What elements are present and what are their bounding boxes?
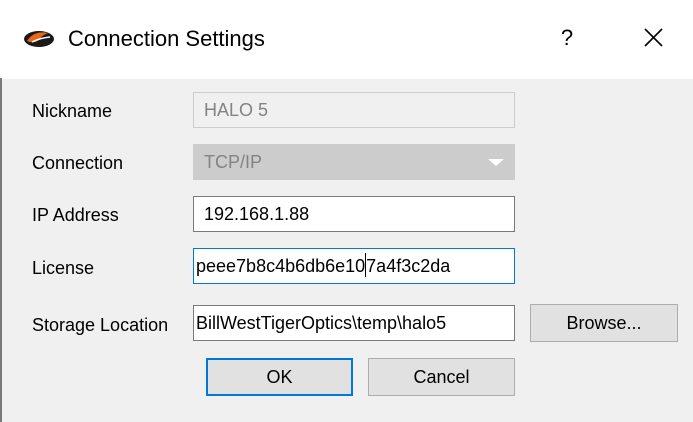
ok-button[interactable]: OK xyxy=(206,358,353,396)
window-title: Connection Settings xyxy=(68,26,265,51)
title-bar: Connection Settings ? xyxy=(0,0,693,79)
halo-logo-icon xyxy=(24,31,54,47)
connection-value: TCP/IP xyxy=(204,152,263,172)
nickname-field: HALO 5 xyxy=(193,92,515,128)
ip-address-label: IP Address xyxy=(32,205,119,225)
storage-location-label: Storage Location xyxy=(32,315,169,335)
nickname-label: Nickname xyxy=(32,101,113,121)
license-field[interactable]: peee7b8c4b6db6e107a4f3c2da xyxy=(193,248,515,284)
license-value-end: 7a4f3c2da xyxy=(366,256,451,276)
license-label: License xyxy=(32,258,95,278)
browse-button[interactable]: Browse... xyxy=(530,304,678,342)
close-icon[interactable] xyxy=(633,18,673,58)
storage-location-field[interactable]: BillWestTigerOptics\temp\halo5 xyxy=(193,305,515,341)
ip-address-field[interactable]: 192.168.1.88 xyxy=(193,196,515,232)
connection-select: TCP/IP xyxy=(193,144,515,180)
connection-settings-dialog: Connection Settings ? Nickname HALO 5 Co… xyxy=(0,0,693,422)
connection-label: Connection xyxy=(32,153,124,173)
license-value-start: peee7b8c4b6db6e10 xyxy=(196,256,366,276)
chevron-down-icon xyxy=(488,159,504,166)
cancel-button[interactable]: Cancel xyxy=(368,358,515,396)
help-button[interactable]: ? xyxy=(547,18,587,58)
window-border xyxy=(0,78,2,422)
